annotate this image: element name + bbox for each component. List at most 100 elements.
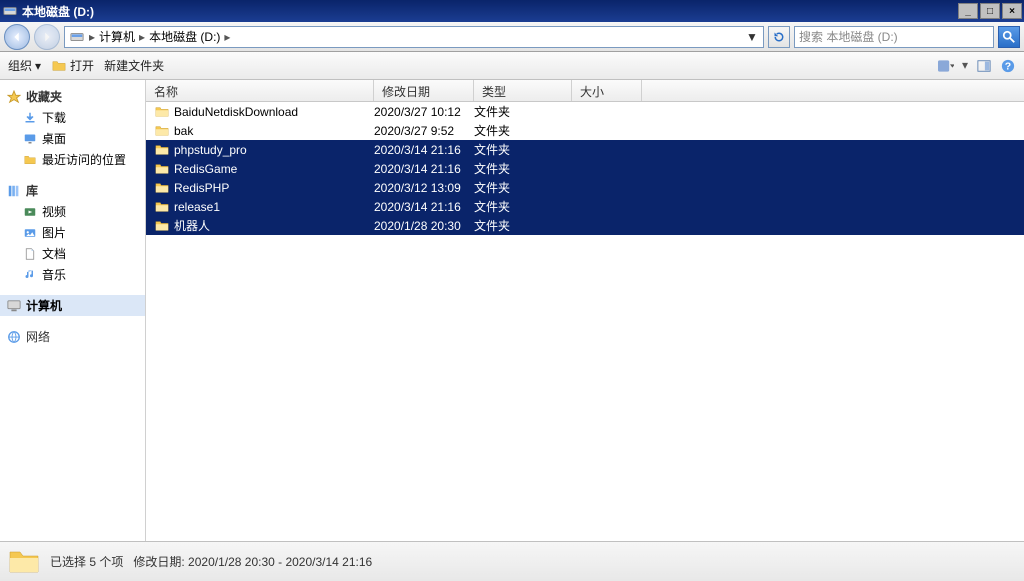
file-row[interactable]: bak2020/3/27 9:52文件夹 [146,121,1024,140]
folder-icon [154,180,170,196]
favorites-header[interactable]: 收藏夹 [0,86,145,107]
drive-icon [2,3,18,19]
column-header: 名称 修改日期 类型 大小 [146,80,1024,102]
chevron-right-icon: ▸ [139,30,145,44]
breadcrumb-computer[interactable]: 计算机 [99,28,135,45]
nav-recent[interactable]: 最近访问的位置 [0,149,145,170]
folder-icon [154,142,170,158]
col-date[interactable]: 修改日期 [374,80,474,101]
computer-icon [6,298,22,314]
file-type: 文件夹 [474,160,572,177]
organize-button[interactable]: 组织 ▾ [8,57,41,74]
nav-computer[interactable]: 计算机 [0,295,145,316]
refresh-button[interactable] [768,26,790,48]
chevron-right-icon: ▸ [224,30,230,44]
network-icon [6,329,22,345]
file-list[interactable]: BaiduNetdiskDownload2020/3/27 10:12文件夹ba… [146,102,1024,541]
navigation-bar: ▸ 计算机 ▸ 本地磁盘 (D:) ▸ ▼ 搜索 本地磁盘 (D:) [0,22,1024,52]
nav-network[interactable]: 网络 [0,326,145,347]
address-bar[interactable]: ▸ 计算机 ▸ 本地磁盘 (D:) ▸ ▼ [64,26,764,48]
document-icon [22,246,38,262]
file-type: 文件夹 [474,141,572,158]
new-folder-button[interactable]: 新建文件夹 [104,57,164,74]
back-button[interactable] [4,24,30,50]
library-icon [6,183,22,199]
title-bar: 本地磁盘 (D:) _ □ × [0,0,1024,22]
open-button[interactable]: 打开 [51,57,94,74]
file-date: 2020/3/27 9:52 [374,124,474,138]
computer-label: 计算机 [26,297,62,314]
star-icon [6,89,22,105]
file-name: RedisPHP [174,181,229,195]
recent-icon [22,152,38,168]
file-type: 文件夹 [474,103,572,120]
file-type: 文件夹 [474,198,572,215]
file-name: release1 [174,200,220,214]
file-type: 文件夹 [474,179,572,196]
organize-label: 组织 [8,57,32,74]
col-type[interactable]: 类型 [474,80,572,101]
forward-button[interactable] [34,24,60,50]
new-folder-label: 新建文件夹 [104,57,164,74]
nav-desktop[interactable]: 桌面 [0,128,145,149]
libraries-label: 库 [26,182,38,199]
file-date: 2020/3/14 21:16 [374,200,474,214]
breadcrumb-drive[interactable]: 本地磁盘 (D:) [149,28,220,45]
nav-music[interactable]: 音乐 [0,264,145,285]
toolbar: 组织 ▾ 打开 新建文件夹 ▾ ? [0,52,1024,80]
file-date: 2020/3/14 21:16 [374,143,474,157]
preview-pane-button[interactable] [976,58,992,74]
view-menu-button[interactable] [938,58,954,74]
file-row[interactable]: RedisPHP 2020/3/12 13:09文件夹 [146,178,1024,197]
close-button[interactable]: × [1002,3,1022,19]
file-row[interactable]: 机器人2020/1/28 20:30文件夹 [146,216,1024,235]
open-label: 打开 [70,57,94,74]
folder-open-icon [51,58,67,74]
minimize-button[interactable]: _ [958,3,978,19]
favorites-label: 收藏夹 [26,88,62,105]
file-row[interactable]: release1 2020/3/14 21:16文件夹 [146,197,1024,216]
file-row[interactable]: phpstudy_pro2020/3/14 21:16文件夹 [146,140,1024,159]
nav-videos[interactable]: 视频 [0,201,145,222]
file-date: 2020/1/28 20:30 [374,219,474,233]
chevron-right-icon: ▸ [89,30,95,44]
maximize-button[interactable]: □ [980,3,1000,19]
folder-icon [154,161,170,177]
window-title: 本地磁盘 (D:) [22,3,958,20]
folder-icon [154,199,170,215]
chevron-down-icon: ▾ [35,59,41,73]
col-size[interactable]: 大小 [572,80,642,101]
folder-icon [154,123,170,139]
search-input[interactable]: 搜索 本地磁盘 (D:) [794,26,994,48]
music-icon [22,267,38,283]
network-label: 网络 [26,328,50,345]
navigation-pane: 收藏夹 下载 桌面 最近访问的位置 库 视频 图片 文档 音乐 计算机 [0,80,146,541]
help-button[interactable]: ? [1000,58,1016,74]
download-icon [22,110,38,126]
search-placeholder: 搜索 本地磁盘 (D:) [799,28,898,45]
window-buttons: _ □ × [958,3,1022,19]
address-dropdown[interactable]: ▼ [745,30,759,44]
folder-icon [154,218,170,234]
nav-documents[interactable]: 文档 [0,243,145,264]
folder-icon [154,104,170,120]
file-date: 2020/3/27 10:12 [374,105,474,119]
file-date: 2020/3/12 13:09 [374,181,474,195]
desktop-icon [22,131,38,147]
chevron-down-icon[interactable]: ▾ [962,58,968,74]
status-date-label: 修改日期: [133,555,184,569]
file-row[interactable]: RedisGame2020/3/14 21:16文件夹 [146,159,1024,178]
nav-pictures[interactable]: 图片 [0,222,145,243]
picture-icon [22,225,38,241]
main-body: 收藏夹 下载 桌面 最近访问的位置 库 视频 图片 文档 音乐 计算机 [0,80,1024,541]
file-row[interactable]: BaiduNetdiskDownload2020/3/27 10:12文件夹 [146,102,1024,121]
svg-text:?: ? [1005,60,1011,72]
drive-icon [69,29,85,45]
col-name[interactable]: 名称 [146,80,374,101]
libraries-header[interactable]: 库 [0,180,145,201]
search-button[interactable] [998,26,1020,48]
file-type: 文件夹 [474,217,572,234]
nav-downloads[interactable]: 下载 [0,107,145,128]
file-date: 2020/3/14 21:16 [374,162,474,176]
status-date-range: 2020/1/28 20:30 - 2020/3/14 21:16 [188,555,372,569]
